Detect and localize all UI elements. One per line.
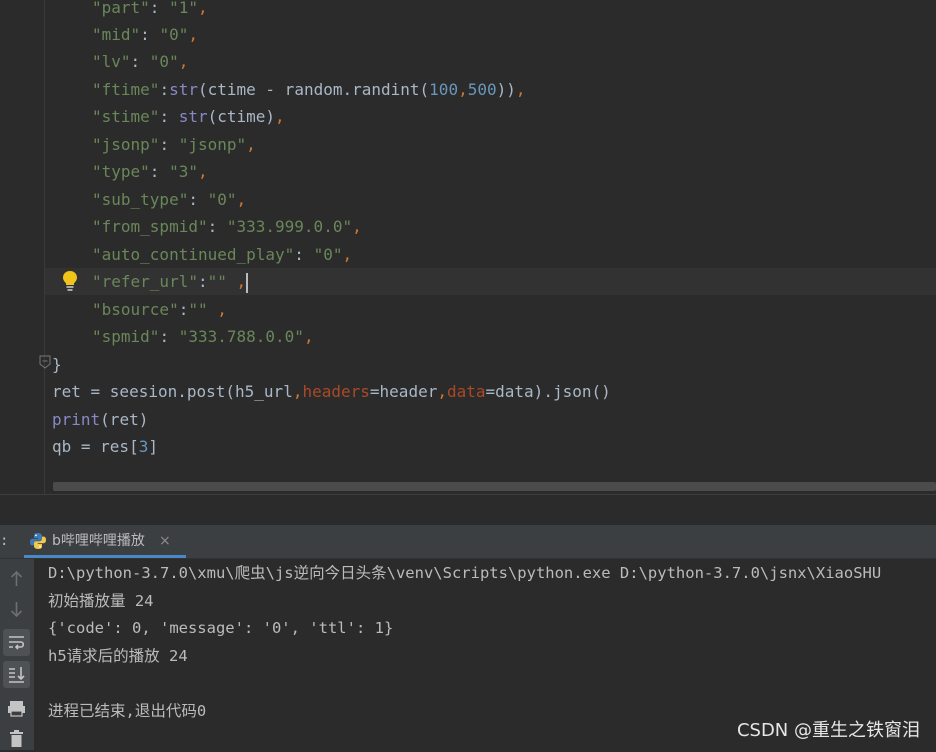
code-line-mid[interactable]: "mid": "0", xyxy=(92,21,198,48)
gutter-divider xyxy=(44,0,45,494)
python-icon xyxy=(30,533,46,549)
code-line-print[interactable]: print(ret) xyxy=(52,406,148,433)
code-line-stime[interactable]: "stime": str(ctime), xyxy=(92,103,285,130)
tab-run-config[interactable]: b哔哩哔哩播放 × xyxy=(24,525,186,558)
arrow-up-icon[interactable] xyxy=(3,565,30,592)
fold-marker-icon[interactable] xyxy=(39,355,51,369)
code-line-part[interactable]: "part": "1", xyxy=(92,0,208,21)
panel-divider[interactable] xyxy=(0,494,936,526)
code-line-auto-continued-play[interactable]: "auto_continued_play": "0", xyxy=(92,241,352,268)
active-tab-indicator xyxy=(24,555,186,558)
print-icon[interactable] xyxy=(3,695,30,722)
run-tool-tabbar: b哔哩哔哩播放 × xyxy=(0,525,936,559)
console-line: 进程已结束,退出代码0 xyxy=(48,702,207,720)
console-line: {'code': 0, 'message': '0', 'ttl': 1} xyxy=(48,619,394,637)
run-toolbar xyxy=(0,559,34,750)
arrow-down-icon[interactable] xyxy=(3,596,30,623)
close-icon[interactable]: × xyxy=(159,525,171,558)
code-editor[interactable]: "part": "1", "mid": "0", "lv": "0", "fti… xyxy=(0,0,936,494)
code-line-refer-url[interactable]: "refer_url":"" , xyxy=(92,268,249,295)
trash-icon[interactable] xyxy=(3,725,30,752)
watermark: CSDN @重生之铁窗泪 xyxy=(736,720,920,741)
code-line-post[interactable]: ret = seesion.post(h5_url,headers=header… xyxy=(52,378,611,405)
code-line-jsonp[interactable]: "jsonp": "jsonp", xyxy=(92,131,256,158)
code-line-spmid[interactable]: "spmid": "333.788.0.0", xyxy=(92,323,314,350)
soft-wrap-icon[interactable] xyxy=(3,629,30,656)
horizontal-scrollbar[interactable] xyxy=(53,482,936,491)
code-line-sub-type[interactable]: "sub_type": "0", xyxy=(92,186,246,213)
code-line-type[interactable]: "type": "3", xyxy=(92,158,208,185)
code-line-qb[interactable]: qb = res[3] xyxy=(52,433,158,460)
code-line-ftime[interactable]: "ftime":str(ctime - random.randint(100,5… xyxy=(92,76,526,103)
run-label-fragment: : xyxy=(0,533,9,549)
code-line-bsource[interactable]: "bsource":"" , xyxy=(92,296,227,323)
tab-label: b哔哩哔哩播放 xyxy=(52,533,145,549)
scroll-to-end-icon[interactable] xyxy=(3,661,30,688)
lightbulb-icon[interactable] xyxy=(60,269,80,293)
text-caret xyxy=(246,272,249,293)
code-line-lv[interactable]: "lv": "0", xyxy=(92,48,188,75)
console-line: h5请求后的播放 24 xyxy=(48,647,188,665)
console-line: D:\python-3.7.0\xmu\爬虫\js逆向今日头条\venv\Scr… xyxy=(48,564,882,582)
code-line-close-brace[interactable]: } xyxy=(52,351,62,378)
code-line-from-spmid[interactable]: "from_spmid": "333.999.0.0", xyxy=(92,213,362,240)
console-line: 初始播放量 24 xyxy=(48,592,154,610)
